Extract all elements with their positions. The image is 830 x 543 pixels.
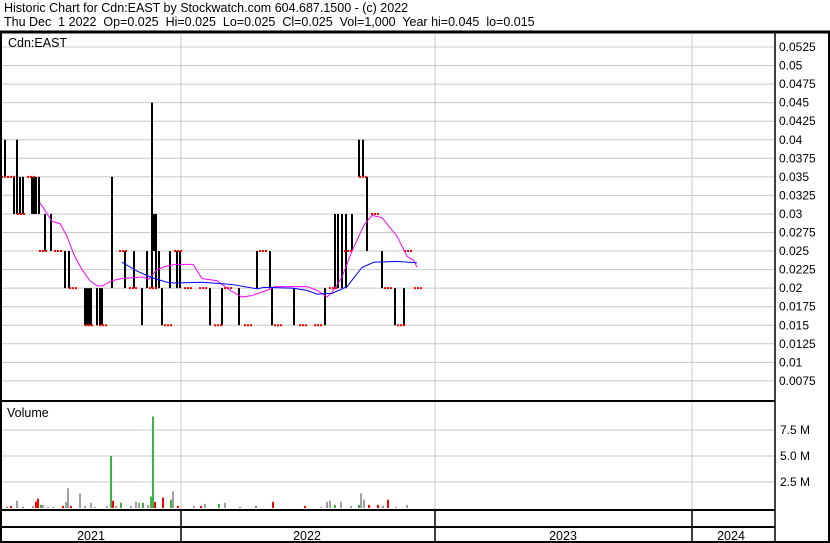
volume-bar: [32, 505, 34, 508]
price-tick-label: 0.04: [779, 133, 803, 147]
volume-bar: [382, 505, 384, 508]
volume-bar: [47, 506, 49, 508]
volume-bar: [115, 505, 117, 508]
volume-bar: [106, 505, 108, 508]
volume-bar: [377, 504, 379, 508]
volume-bar: [193, 505, 195, 508]
volume-bar: [138, 502, 140, 508]
price-tick-label: 0.025: [779, 244, 809, 258]
volume-bar: [406, 504, 408, 508]
volume-bar: [62, 505, 64, 508]
volume-bar: [350, 505, 352, 508]
stock-chart: 0.0525 0.05 0.0475 0.045 0.0425 0.04 0.0375 0.0…: [0, 30, 830, 543]
price-tick-label: 0.05: [779, 59, 803, 73]
price-tick-label: 0.0275: [779, 226, 816, 240]
volume-bar: [395, 506, 397, 508]
volume-bar: [320, 506, 322, 508]
volume-bar: [272, 501, 274, 508]
volume-bar: [150, 496, 152, 508]
volume-bar: [135, 501, 137, 508]
price-tick-label: 0.0375: [779, 151, 816, 165]
price-tick-label: 0.015: [779, 318, 809, 332]
volume-bar: [340, 501, 342, 508]
volume-tick-label: 7.5 M: [780, 423, 810, 437]
volume-bar: [239, 506, 241, 508]
volume-bar: [177, 505, 179, 508]
volume-bar: [154, 501, 156, 508]
price-tick-label: 0.0175: [779, 300, 816, 314]
volume-bar: [84, 505, 86, 508]
volume-bar: [326, 501, 328, 508]
moving-average-line: [39, 202, 418, 298]
volume-bar: [358, 504, 360, 508]
volume-bar: [65, 501, 67, 508]
volume-bar: [70, 505, 72, 508]
volume-bar: [35, 501, 37, 508]
year-label: 2023: [549, 529, 577, 543]
volume-bar: [10, 505, 12, 508]
price-tick-label: 0.03: [779, 207, 803, 221]
volume-bar: [170, 499, 172, 508]
price-tick-label: 0.02: [779, 281, 803, 295]
price-tick-label: 0.0075: [779, 374, 816, 388]
volume-tick-label: 2.5 M: [780, 475, 810, 489]
volume-bar: [218, 503, 220, 508]
volume-bar: [147, 504, 149, 508]
volume-bar: [112, 500, 114, 508]
volume-bar: [120, 502, 122, 508]
year-label: 2024: [717, 529, 745, 543]
volume-bar: [94, 506, 96, 508]
volume-bar: [368, 504, 370, 508]
volume-bar: [90, 502, 92, 508]
volume-bar: [200, 505, 202, 508]
price-tick-label: 0.0125: [779, 337, 816, 351]
volume-bar: [40, 504, 42, 508]
volume-bar: [329, 500, 331, 508]
volume-bar: [172, 491, 174, 508]
price-tick-label: 0.01: [779, 355, 803, 369]
volume-bar: [67, 488, 69, 508]
volume-bar: [42, 504, 44, 508]
volume-bar: [360, 493, 362, 508]
volume-bar: [22, 506, 24, 508]
price-tick-label: 0.0525: [779, 40, 816, 54]
volume-bar: [224, 502, 226, 508]
volume-tick-label: 5.0 M: [780, 449, 810, 463]
volume-bar: [334, 504, 336, 508]
volume-bar: [142, 502, 144, 508]
symbol-label: Cdn:EAST: [8, 36, 67, 50]
volume-bar: [16, 500, 18, 508]
volume-bar: [304, 505, 306, 508]
volume-bar: [37, 498, 39, 508]
volume-bar: [6, 506, 8, 508]
price-tick-label: 0.0325: [779, 188, 816, 202]
volume-label: Volume: [7, 406, 49, 420]
price-tick-label: 0.035: [779, 170, 809, 184]
volume-bar: [79, 493, 81, 508]
volume-bar: [363, 499, 365, 508]
price-tick-label: 0.0425: [779, 114, 816, 128]
volume-bar: [387, 499, 389, 508]
volume-bar: [204, 503, 206, 508]
volume-bar: [162, 497, 164, 508]
price-tick-label: 0.0225: [779, 263, 816, 277]
year-label: 2022: [293, 529, 321, 543]
volume-bar: [152, 416, 154, 508]
volume-bar: [130, 505, 132, 508]
volume-bar: [52, 506, 54, 508]
year-label: 2021: [77, 529, 105, 543]
price-tick-label: 0.0475: [779, 77, 816, 91]
volume-bar: [255, 505, 257, 508]
volume-bar: [110, 456, 112, 508]
price-tick-label: 0.045: [779, 96, 809, 110]
